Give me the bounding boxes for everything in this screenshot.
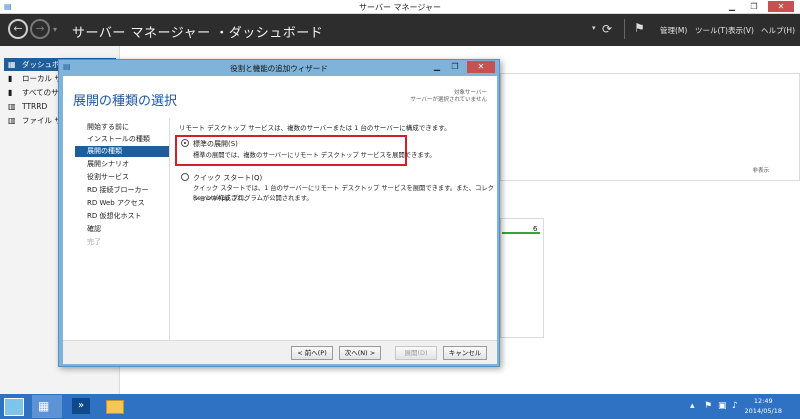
role-tile[interactable]: 6 (500, 218, 544, 338)
step-confirmation[interactable]: 確認 (83, 224, 169, 235)
tray-up-icon[interactable]: ▴ (690, 401, 695, 411)
menu-view[interactable]: 表示(V) (728, 25, 754, 36)
close-button[interactable]: ✕ (768, 1, 794, 12)
welcome-panel: 非表示 (500, 73, 800, 181)
standard-deployment-radio[interactable] (181, 139, 189, 147)
minimize-button[interactable]: ▁ (722, 1, 742, 12)
step-rd-connection-broker[interactable]: RD 接続ブローカー (83, 185, 169, 196)
sidebar-item-label: すべてのサ (22, 88, 59, 97)
server-icon: ▮ (8, 74, 13, 83)
quick-start-label[interactable]: クイック スタート(Q) (193, 173, 262, 183)
cancel-button[interactable]: キャンセル (443, 346, 487, 360)
start-button[interactable] (0, 395, 30, 418)
quick-start-desc-line2: RemoteApp プログラムが公開されます。 (193, 195, 313, 202)
step-deployment-type[interactable]: 展開の種類 (75, 146, 169, 157)
clock[interactable]: 12:49 2014/05/18 (745, 396, 782, 416)
target-server-value: サーバーが選択されていません (410, 97, 487, 103)
menu-help[interactable]: ヘルプ(H) (761, 25, 795, 36)
network-icon[interactable]: ▣ (718, 401, 727, 411)
intro-text: リモート デスクトップ サービスは、複数のサーバーまたは 1 台のサーバーに構成… (179, 124, 451, 132)
folder-icon (106, 400, 124, 414)
clock-time: 12:49 (753, 397, 773, 405)
app-header: ← → ▾ サーバー マネージャー ・ダッシュボード ▾ ⟳ ⚑ 管理(M) ツ… (0, 14, 800, 46)
page-title: サーバー マネージャー ・ダッシュボード (72, 26, 324, 41)
wizard-dialog: ▤ 役割と機能の追加ウィザード ▁ ❐ ✕ 展開の種類の選択 対象サーバー サー… (58, 59, 500, 367)
dialog-minimize-button[interactable]: ▁ (429, 61, 445, 73)
button-bar: < 前へ(P) 次へ(N) > 展開(D) キャンセル (63, 340, 497, 364)
status-bar-green (502, 232, 540, 234)
hide-link[interactable]: 非表示 (752, 166, 769, 174)
explorer-taskbar-button[interactable] (100, 395, 130, 418)
action-center-icon[interactable]: ⚑ (704, 401, 712, 411)
window-title: サーバー マネージャー (359, 3, 441, 12)
volume-icon[interactable]: ♪ (732, 401, 738, 411)
dialog-maximize-button[interactable]: ❐ (447, 61, 463, 73)
menu-tools[interactable]: ツール(T) (695, 25, 728, 36)
flag-icon[interactable]: ⚑ (634, 21, 645, 35)
step-before-begin[interactable]: 開始する前に (83, 122, 169, 133)
sidebar-item-label: TTRRD (22, 102, 48, 111)
servers-icon: ▮ (8, 88, 13, 97)
back-arrow-icon[interactable]: ← (8, 19, 28, 39)
refresh-icon[interactable]: ⟳ (602, 22, 612, 36)
dashboard-icon: ▦ (8, 60, 16, 69)
taskbar: ▦ » ▴ ⚑ ▣ ♪ 12:49 2014/05/18 (0, 394, 800, 419)
steps-divider (169, 118, 170, 340)
powershell-icon: » (72, 398, 90, 414)
dialog-heading: 展開の種類の選択 (73, 94, 178, 109)
separator (624, 19, 625, 39)
standard-deployment-desc: 標準の展開では、複数のサーバーにリモート デスクトップ サービスを展開できます。 (193, 152, 436, 159)
sidebar-item-label: ローカル サ (22, 74, 62, 83)
maximize-button[interactable]: ❐ (744, 1, 764, 12)
server-manager-icon: ▦ (38, 399, 50, 413)
prev-button[interactable]: < 前へ(P) (291, 346, 333, 360)
sidebar-item-label: ファイル サ (22, 116, 62, 125)
dialog-titlebar: ▤ 役割と機能の追加ウィザード ▁ ❐ ✕ (59, 60, 499, 76)
standard-deployment-label[interactable]: 標準の展開(S) (193, 139, 238, 149)
step-role-services[interactable]: 役割サービス (83, 172, 169, 183)
step-rd-web-access[interactable]: RD Web アクセス (83, 198, 169, 209)
nav-dropdown-icon[interactable]: ▾ (53, 25, 57, 34)
powershell-taskbar-button[interactable]: » (66, 395, 96, 418)
sidebar-item-label: ダッシュボ (22, 60, 60, 69)
role-icon: ▥ (8, 102, 16, 111)
menu-manage[interactable]: 管理(M) (660, 25, 687, 36)
file-server-icon: ▥ (8, 116, 16, 125)
window-titlebar: ▤ サーバー マネージャー ▁ ❐ ✕ (0, 0, 800, 14)
step-deployment-scenario[interactable]: 展開シナリオ (83, 159, 169, 170)
step-install-type[interactable]: インストールの種類 (83, 134, 169, 145)
clock-date: 2014/05/18 (744, 407, 782, 415)
step-rd-virtualization-host[interactable]: RD 仮想化ホスト (83, 211, 169, 222)
dialog-close-button[interactable]: ✕ (467, 61, 495, 73)
start-icon (4, 398, 24, 416)
server-manager-taskbar-button[interactable]: ▦ (32, 395, 62, 418)
deploy-button: 展開(D) (395, 346, 437, 360)
step-completion: 完了 (87, 238, 101, 246)
dropdown-icon[interactable]: ▾ (592, 24, 596, 32)
dialog-body: 展開の種類の選択 対象サーバー サーバーが選択されていません 開始する前に イン… (63, 76, 497, 364)
quick-start-radio[interactable] (181, 173, 189, 181)
forward-arrow-icon[interactable]: → (30, 19, 50, 39)
next-button[interactable]: 次へ(N) > (339, 346, 381, 360)
